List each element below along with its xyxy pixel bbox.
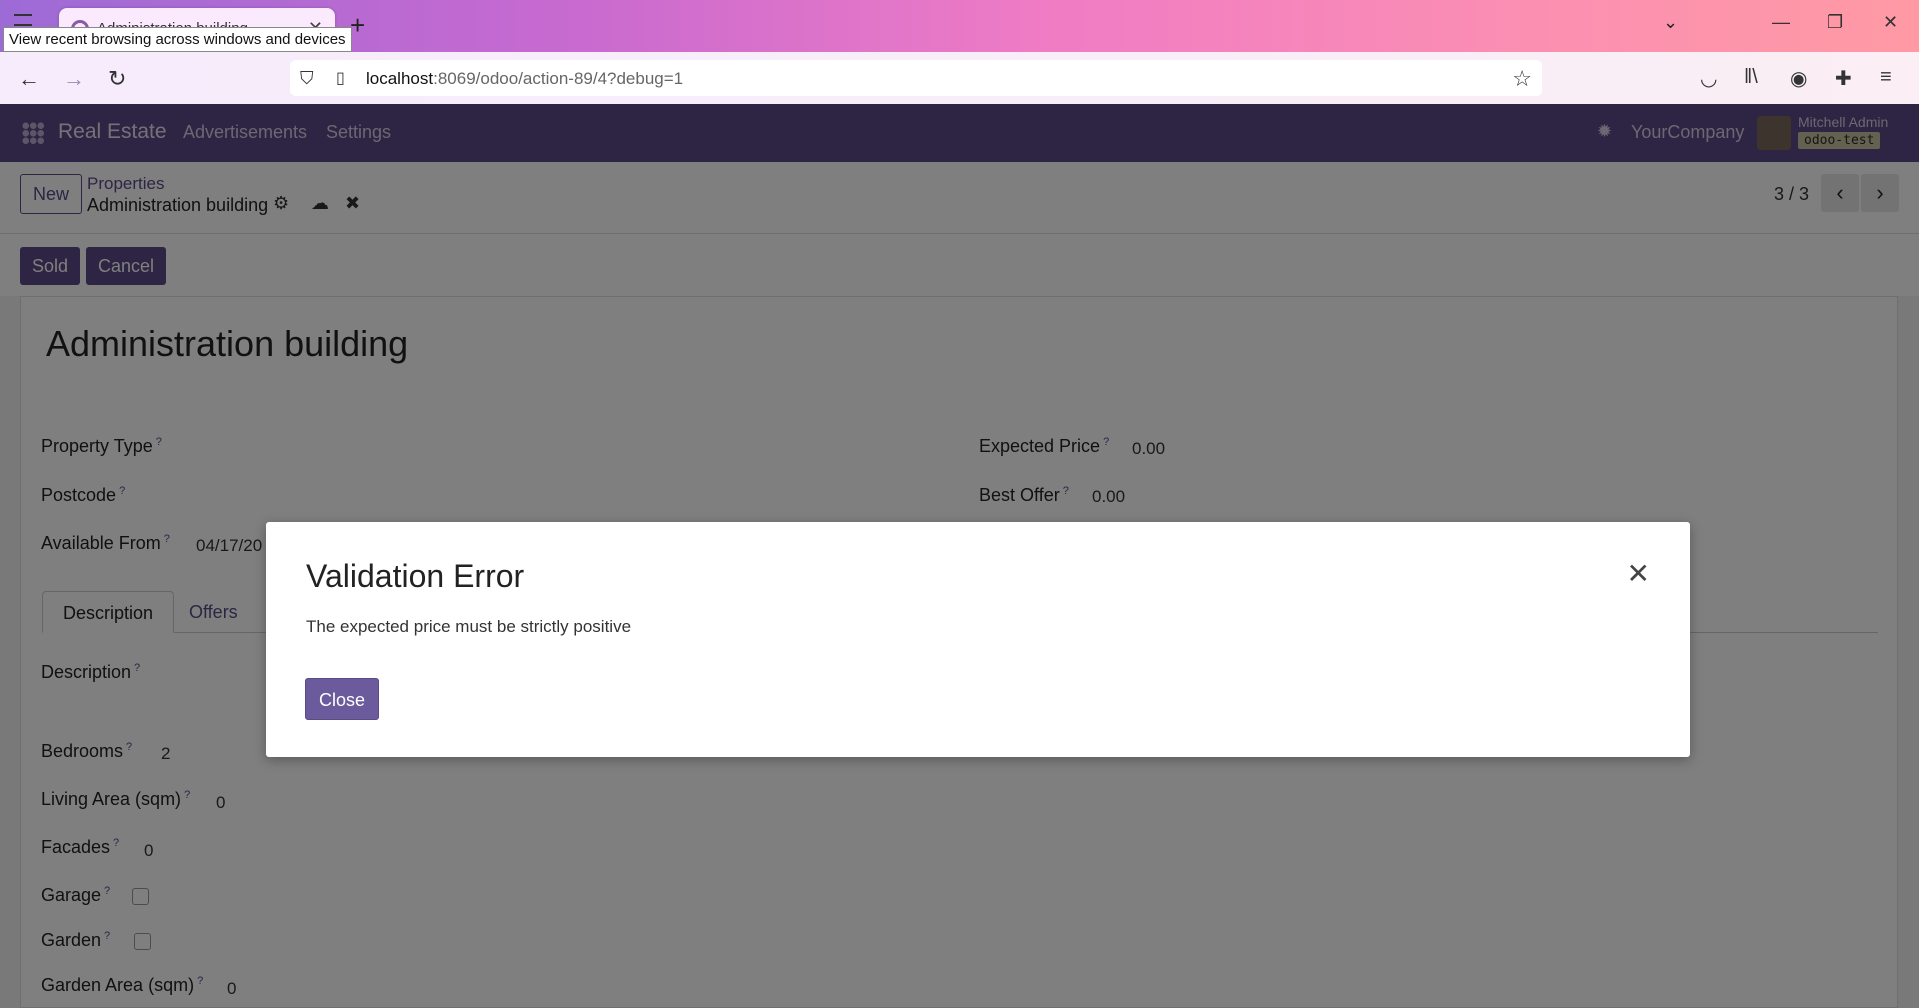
close-button[interactable]: Close: [305, 678, 380, 720]
restore-icon[interactable]: ❐: [1827, 12, 1843, 33]
list-all-tabs-icon[interactable]: ⌄: [1663, 12, 1678, 33]
tooltip: View recent browsing across windows and …: [3, 27, 352, 52]
account-icon[interactable]: ◉: [1790, 66, 1807, 91]
extensions-icon[interactable]: ✚: [1835, 66, 1852, 91]
minimize-icon[interactable]: —: [1772, 12, 1790, 33]
validation-error-dialog: Validation Error ✕ The expected price mu…: [266, 522, 1690, 757]
library-icon[interactable]: ‖\: [1744, 66, 1758, 89]
page-icon[interactable]: ▯: [336, 68, 345, 88]
sidebar-icon[interactable]: [14, 14, 32, 26]
close-icon[interactable]: ✕: [1627, 560, 1650, 588]
back-icon[interactable]: ←: [18, 66, 40, 92]
shield-icon[interactable]: ⛉: [300, 68, 314, 89]
url-text[interactable]: localhost:8069/odoo/action-89/4?debug=1: [366, 69, 683, 89]
window-close-icon[interactable]: ✕: [1883, 12, 1898, 33]
new-tab-icon[interactable]: +: [350, 10, 365, 41]
menu-icon[interactable]: ≡: [1880, 66, 1892, 89]
pocket-icon[interactable]: ◡: [1700, 66, 1717, 91]
forward-icon[interactable]: →: [63, 66, 85, 92]
browser-nav-bar: ← → ↻ ⛉ ▯ localhost:8069/odoo/action-89/…: [0, 52, 1919, 104]
dialog-message: The expected price must be strictly posi…: [306, 617, 632, 636]
reload-icon[interactable]: ↻: [108, 66, 126, 92]
bookmark-star-icon[interactable]: ☆: [1512, 66, 1532, 92]
address-bar[interactable]: ⛉ ▯ localhost:8069/odoo/action-89/4?debu…: [290, 60, 1542, 96]
dialog-title: Validation Error: [306, 558, 525, 594]
